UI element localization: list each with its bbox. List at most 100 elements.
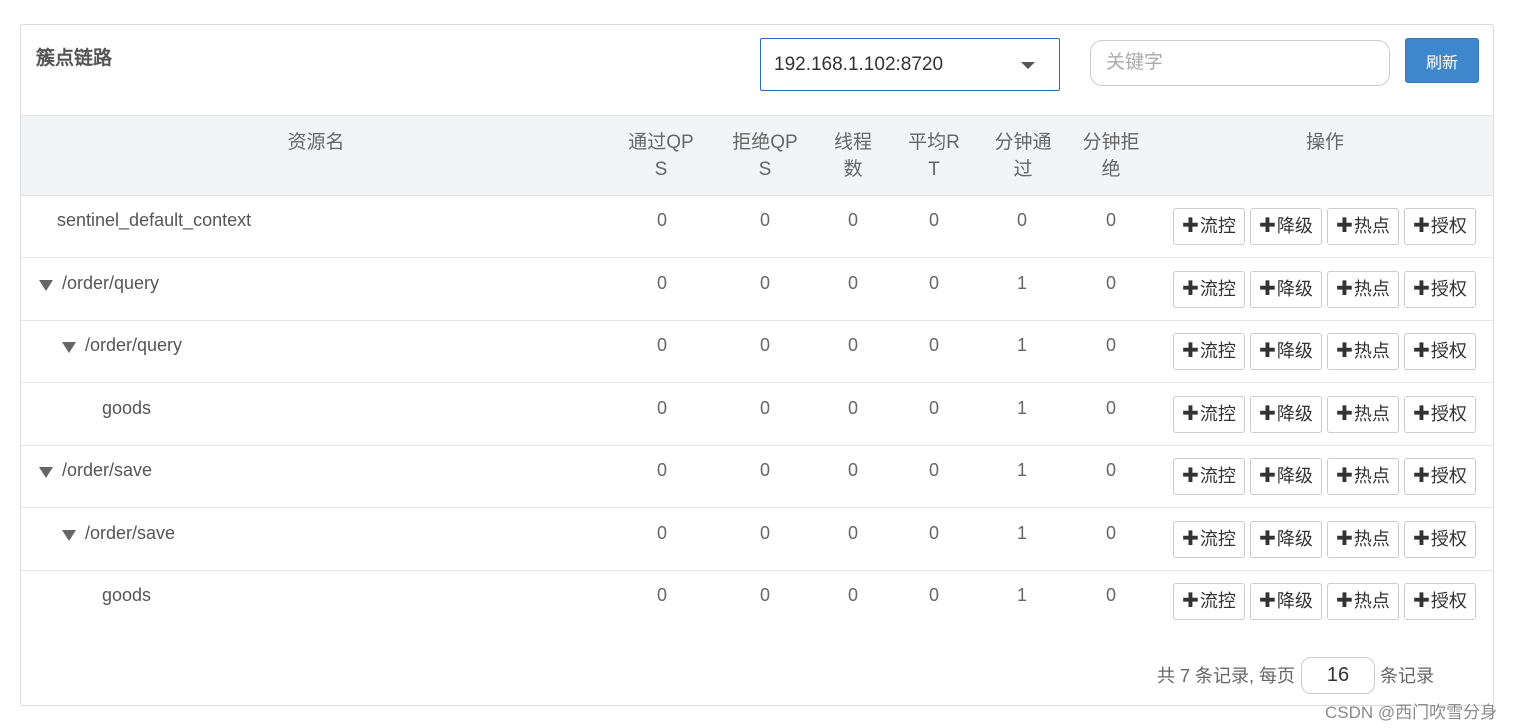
degrade-button[interactable]: ✚降级: [1250, 208, 1322, 245]
authority-button[interactable]: ✚授权: [1404, 333, 1476, 370]
degrade-button-label: 降级: [1276, 591, 1313, 611]
table-row: /order/save 0 0 0 0 1 0 ✚流控 ✚降级 ✚热点 ✚授权: [21, 446, 1493, 508]
plus-icon: ✚: [1259, 527, 1276, 550]
cell-pass-qps: 0: [656, 335, 667, 355]
machine-select[interactable]: 192.168.1.102:8720: [760, 38, 1060, 91]
cell-block-min: 0: [1105, 335, 1116, 355]
flow-control-button-label: 流控: [1199, 278, 1236, 299]
hotspot-button-label: 热点: [1353, 466, 1390, 486]
table-row: /order/query 0 0 0 0 1 0 ✚流控 ✚降级 ✚热点 ✚授权: [21, 259, 1493, 321]
hotspot-button-label: 热点: [1353, 591, 1390, 611]
plus-icon: ✚: [1259, 590, 1276, 612]
resource-name: goods: [102, 397, 152, 418]
cell-avg-rt: 0: [928, 522, 939, 543]
hotspot-button[interactable]: ✚热点: [1327, 270, 1399, 308]
degrade-button-label: 降级: [1276, 403, 1313, 424]
flow-control-button[interactable]: ✚流控: [1173, 520, 1245, 558]
header-threads-line1: 线程: [833, 132, 872, 153]
cell-block-qps: 0: [759, 397, 770, 418]
flow-control-button-label: 流控: [1199, 528, 1236, 549]
hotspot-button[interactable]: ✚热点: [1327, 395, 1399, 433]
hotspot-button[interactable]: ✚热点: [1327, 208, 1399, 245]
cell-pass-min: 1: [1016, 585, 1027, 605]
flow-control-button[interactable]: ✚流控: [1173, 583, 1245, 620]
degrade-button[interactable]: ✚降级: [1250, 395, 1322, 433]
authority-button[interactable]: ✚授权: [1404, 208, 1476, 245]
resource-name: /order/query: [85, 335, 183, 355]
plus-icon: ✚: [1259, 277, 1276, 300]
cell-pass-min: 1: [1016, 272, 1027, 293]
authority-button-label: 授权: [1430, 341, 1467, 361]
collapse-triangle-icon[interactable]: [39, 279, 53, 291]
degrade-button-label: 降级: [1276, 466, 1313, 486]
plus-icon: ✚: [1182, 527, 1199, 550]
cell-pass-min: 1: [1016, 335, 1027, 355]
header-pass-qps-line1: 通过QP: [628, 132, 694, 153]
cell-avg-rt: 0: [928, 397, 939, 418]
page-size-input[interactable]: [1301, 657, 1375, 694]
header-pass-qps: 通过QP S: [621, 129, 701, 183]
table-row: goods 0 0 0 0 1 0 ✚流控 ✚降级 ✚热点 ✚授权: [21, 384, 1493, 446]
header-avg-rt-line1: 平均R: [908, 132, 960, 153]
header-threads: 线程 数: [823, 129, 883, 183]
degrade-button[interactable]: ✚降级: [1250, 520, 1322, 558]
degrade-button[interactable]: ✚降级: [1250, 583, 1322, 620]
cell-block-min: 0: [1105, 272, 1116, 293]
collapse-triangle-icon[interactable]: [62, 529, 76, 541]
cluster-link-panel: 簇点链路 192.168.1.102:8720 刷新 资源名 通过QP S 拒绝…: [20, 24, 1494, 706]
collapse-triangle-icon[interactable]: [39, 467, 53, 478]
plus-icon: ✚: [1336, 402, 1353, 425]
cell-block-qps: 0: [759, 272, 770, 293]
cell-pass-min: 1: [1016, 522, 1027, 543]
authority-button[interactable]: ✚授权: [1404, 583, 1476, 620]
authority-button[interactable]: ✚授权: [1404, 520, 1476, 558]
cell-threads: 0: [847, 522, 858, 543]
flow-control-button-label: 流控: [1199, 341, 1236, 361]
authority-button[interactable]: ✚授权: [1404, 270, 1476, 308]
hotspot-button[interactable]: ✚热点: [1327, 458, 1399, 495]
hotspot-button[interactable]: ✚热点: [1327, 333, 1399, 370]
plus-icon: ✚: [1413, 215, 1430, 237]
collapse-triangle-icon[interactable]: [62, 342, 76, 353]
refresh-button[interactable]: 刷新: [1405, 38, 1479, 83]
header-avg-rt: 平均R T: [899, 129, 969, 183]
resource-name: /order/query: [62, 272, 160, 293]
degrade-button[interactable]: ✚降级: [1250, 333, 1322, 370]
header-pass-min: 分钟通 过: [983, 129, 1063, 183]
cell-avg-rt: 0: [928, 272, 939, 293]
resource-name: sentinel_default_context: [57, 210, 252, 230]
flow-control-button[interactable]: ✚流控: [1173, 208, 1245, 245]
pager-prefix: 共 7 条记录, 每页: [1157, 666, 1296, 686]
flow-control-button[interactable]: ✚流控: [1173, 395, 1245, 433]
header-pass-min-line2: 过: [1013, 159, 1033, 180]
cell-block-min: 0: [1105, 585, 1116, 605]
plus-icon: ✚: [1259, 340, 1276, 362]
table-header: 资源名 通过QP S 拒绝QP S 线程 数 平均R T 分钟通 过 分钟拒 绝…: [21, 115, 1493, 196]
flow-control-button[interactable]: ✚流控: [1173, 333, 1245, 370]
cell-avg-rt: 0: [928, 335, 939, 355]
flow-control-button[interactable]: ✚流控: [1173, 458, 1245, 495]
hotspot-button[interactable]: ✚热点: [1327, 520, 1399, 558]
panel-title: 簇点链路: [36, 48, 113, 69]
search-input[interactable]: [1090, 40, 1390, 86]
cell-block-qps: 0: [759, 335, 770, 355]
hotspot-button[interactable]: ✚热点: [1327, 583, 1399, 620]
plus-icon: ✚: [1413, 402, 1430, 425]
cell-block-qps: 0: [759, 522, 770, 543]
degrade-button[interactable]: ✚降级: [1250, 458, 1322, 495]
degrade-button-label: 降级: [1276, 216, 1313, 236]
authority-button[interactable]: ✚授权: [1404, 395, 1476, 433]
hotspot-button-label: 热点: [1353, 403, 1390, 424]
plus-icon: ✚: [1336, 340, 1353, 362]
cell-block-min: 0: [1105, 210, 1116, 230]
degrade-button[interactable]: ✚降级: [1250, 270, 1322, 308]
plus-icon: ✚: [1413, 527, 1430, 550]
resource-name: /order/save: [62, 460, 153, 480]
machine-select-value: 192.168.1.102:8720: [774, 54, 944, 75]
authority-button[interactable]: ✚授权: [1404, 458, 1476, 495]
flow-control-button[interactable]: ✚流控: [1173, 270, 1245, 308]
header-block-min: 分钟拒 绝: [1071, 129, 1151, 183]
resource-name: /order/save: [85, 522, 176, 543]
header-ops: 操作: [1305, 132, 1344, 153]
resource-name: goods: [102, 585, 152, 605]
